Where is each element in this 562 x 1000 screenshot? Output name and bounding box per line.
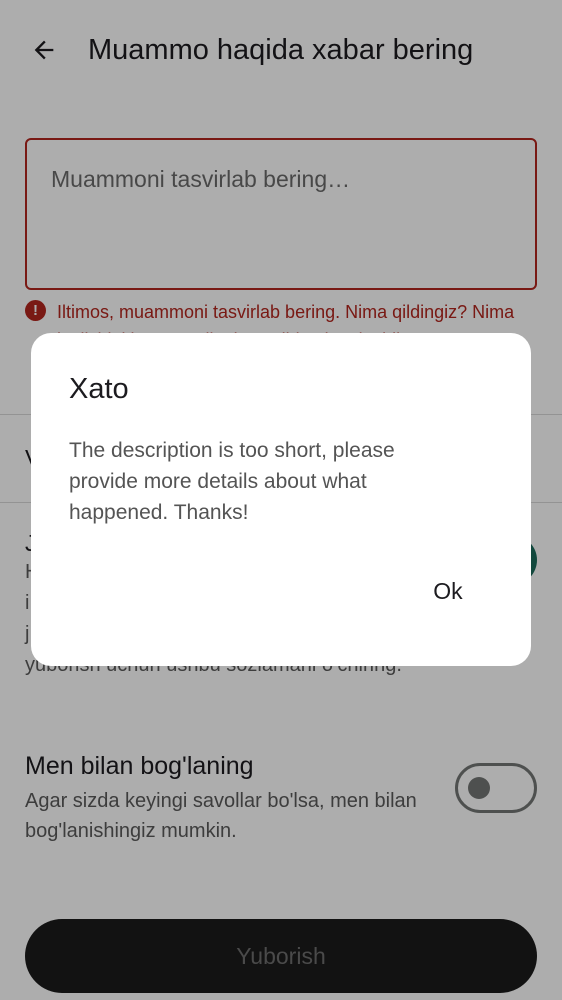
- error-dialog: Xato The description is too short, pleas…: [31, 333, 531, 666]
- ok-label: Ok: [433, 577, 463, 604]
- dialog-title: Xato: [69, 373, 129, 405]
- dialog-message: The description is too short, please pro…: [69, 439, 395, 524]
- ok-button[interactable]: Ok: [415, 567, 481, 615]
